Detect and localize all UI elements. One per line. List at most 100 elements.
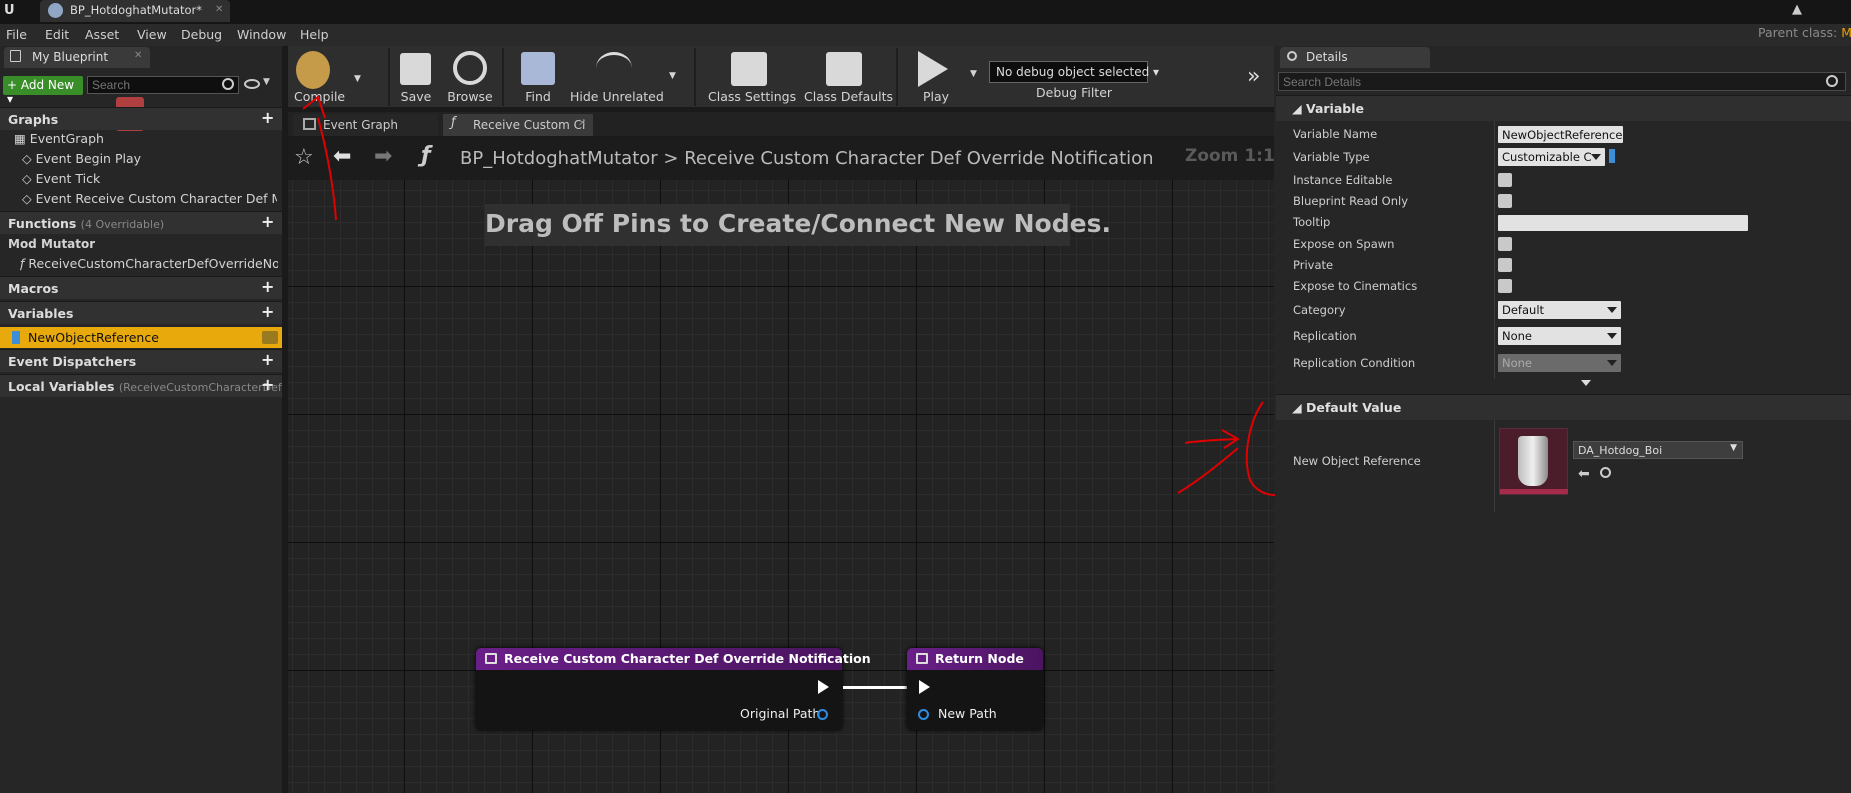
exec-output-pin[interactable]: [818, 680, 829, 694]
section-event-dispatchers[interactable]: Event Dispatchers +: [0, 349, 282, 372]
instance-editable-checkbox[interactable]: [1498, 173, 1512, 187]
class-defaults-button[interactable]: Class Defaults: [804, 89, 893, 104]
section-variable[interactable]: ◢ Variable: [1276, 95, 1851, 121]
exec-wire[interactable]: [843, 686, 912, 689]
return-node-header[interactable]: Return Node: [907, 648, 1043, 670]
search-input[interactable]: [87, 76, 239, 94]
chevron-down-icon[interactable]: ▼: [263, 77, 270, 87]
debug-object-select[interactable]: No debug object selected ▾: [989, 61, 1159, 83]
section-functions[interactable]: Functions (4 Overridable) +: [0, 211, 282, 234]
menu-view[interactable]: View: [137, 27, 167, 42]
read-only-label: Blueprint Read Only: [1293, 194, 1409, 208]
add-dispatcher-plus-icon[interactable]: +: [261, 352, 275, 368]
add-local-variable-plus-icon[interactable]: +: [261, 377, 275, 393]
menu-file[interactable]: File: [6, 27, 27, 42]
tab-details[interactable]: Details: [1280, 47, 1430, 68]
class-settings-button[interactable]: Class Settings: [708, 89, 796, 104]
add-macro-plus-icon[interactable]: +: [261, 279, 275, 295]
tree-item-event-receive[interactable]: ◇ Event Receive Custom Character Def Mod: [22, 191, 277, 206]
private-label: Private: [1293, 258, 1334, 272]
graduation-cap-icon[interactable]: ▲: [1792, 2, 1802, 17]
section-default-value[interactable]: ◢ Default Value: [1276, 394, 1851, 420]
expose-spawn-checkbox[interactable]: [1498, 237, 1512, 251]
details-search-input[interactable]: [1278, 72, 1846, 91]
close-icon[interactable]: ✕: [134, 50, 142, 61]
category-mod-mutator[interactable]: Mod Mutator: [8, 237, 95, 251]
default-value-section-label: Default Value: [1305, 400, 1402, 415]
function-label: ReceiveCustomCharacterDefOverrideNo: [28, 256, 278, 271]
section-local-variables[interactable]: Local Variables (ReceiveCustomCharacterD…: [0, 374, 282, 397]
browse-asset-icon[interactable]: [1600, 467, 1611, 478]
save-button[interactable]: Save: [396, 89, 436, 104]
tree-item-event-tick[interactable]: ◇ Event Tick: [22, 171, 277, 186]
double-chevron-right-icon[interactable]: »: [1247, 64, 1260, 89]
use-selected-arrow-icon[interactable]: ⬅: [1578, 466, 1590, 482]
tab-receive-custom[interactable]: Receive Custom Cl: [443, 114, 593, 136]
parent-class-value[interactable]: Mo: [1841, 25, 1851, 40]
tooltip-label: Tooltip: [1293, 215, 1331, 229]
close-icon[interactable]: ✕: [578, 118, 586, 129]
add-new-button[interactable]: + Add New ▾: [3, 76, 83, 106]
chevron-down-icon[interactable]: ▼: [354, 74, 361, 84]
tree-item-function[interactable]: ƒ ReceiveCustomCharacterDefOverrideNo: [20, 256, 278, 271]
replication-value: None: [1502, 329, 1533, 343]
variable-item-newobjectreference[interactable]: NewObjectReference: [0, 327, 282, 348]
play-button[interactable]: Play: [918, 89, 954, 104]
menu-debug[interactable]: Debug: [181, 27, 222, 42]
add-variable-plus-icon[interactable]: +: [261, 304, 275, 320]
chevron-down-icon[interactable]: ▼: [970, 69, 977, 79]
variable-type-select[interactable]: Customizable C: [1498, 148, 1605, 166]
breadcrumb: BP_HotdoghatMutator > Receive Custom Cha…: [460, 148, 1154, 169]
variables-label: Variables: [8, 306, 74, 321]
exec-input-pin[interactable]: [919, 680, 930, 694]
menu-edit[interactable]: Edit: [45, 27, 69, 42]
add-graph-plus-icon[interactable]: +: [261, 110, 275, 126]
menu-asset[interactable]: Asset: [85, 27, 119, 42]
toolbar-divider: [694, 48, 696, 106]
breadcrumb-root[interactable]: BP_HotdoghatMutator: [460, 148, 658, 169]
new-path-pin[interactable]: [918, 709, 929, 720]
read-only-checkbox[interactable]: [1498, 194, 1512, 208]
advanced-expand-icon[interactable]: [1581, 380, 1591, 386]
asset-picker[interactable]: DA_Hotdog_Boi ▼: [1573, 441, 1743, 459]
parent-class-label: Parent class:: [1758, 25, 1838, 40]
original-path-pin[interactable]: [817, 709, 828, 720]
section-graphs[interactable]: Graphs +: [0, 107, 282, 130]
forward-arrow-icon[interactable]: ➡: [374, 144, 392, 169]
entry-node-header[interactable]: Receive Custom Character Def Override No…: [476, 648, 871, 670]
tree-item-eventgraph[interactable]: ▦ EventGraph: [14, 131, 104, 146]
category-select[interactable]: Default: [1498, 301, 1621, 319]
compile-button[interactable]: Compile: [294, 89, 345, 104]
entry-node[interactable]: Receive Custom Character Def Override No…: [476, 648, 871, 730]
tab-my-blueprint[interactable]: My Blueprint: [4, 47, 150, 68]
play-icon: [918, 51, 948, 87]
browse-button[interactable]: Browse: [446, 89, 494, 104]
search-icon[interactable]: [222, 78, 234, 90]
return-node-title: Return Node: [935, 651, 1024, 666]
menu-help[interactable]: Help: [300, 27, 329, 42]
menu-window[interactable]: Window: [237, 27, 286, 42]
star-icon[interactable]: ☆: [294, 145, 314, 170]
expose-cinematics-checkbox[interactable]: [1498, 279, 1512, 293]
visibility-eye-icon[interactable]: [262, 331, 278, 344]
search-icon[interactable]: [1826, 75, 1838, 87]
tree-item-event-begin-play[interactable]: ◇ Event Begin Play: [22, 151, 277, 166]
breadcrumb-current[interactable]: Receive Custom Character Def Override No…: [684, 148, 1153, 169]
private-checkbox[interactable]: [1498, 258, 1512, 272]
find-button[interactable]: Find: [520, 89, 556, 104]
return-node[interactable]: Return Node New Path: [907, 648, 1043, 730]
eye-icon[interactable]: [244, 79, 260, 89]
close-icon[interactable]: ✕: [215, 4, 223, 15]
section-variables[interactable]: Variables +: [0, 301, 282, 324]
function-icon: ƒ: [421, 143, 431, 168]
tooltip-field[interactable]: [1498, 215, 1748, 231]
chevron-down-icon[interactable]: ▼: [669, 71, 676, 81]
add-function-plus-icon[interactable]: +: [261, 214, 275, 230]
variable-name-field[interactable]: NewObjectReference: [1498, 126, 1623, 143]
section-macros[interactable]: Macros +: [0, 276, 282, 299]
back-arrow-icon[interactable]: ⬅: [333, 144, 351, 169]
hide-unrelated-button[interactable]: Hide Unrelated: [570, 89, 664, 104]
replication-select[interactable]: None: [1498, 327, 1621, 345]
document-tab[interactable]: BP_HotdoghatMutator*: [40, 0, 230, 22]
asset-preview-icon: [1518, 436, 1548, 486]
